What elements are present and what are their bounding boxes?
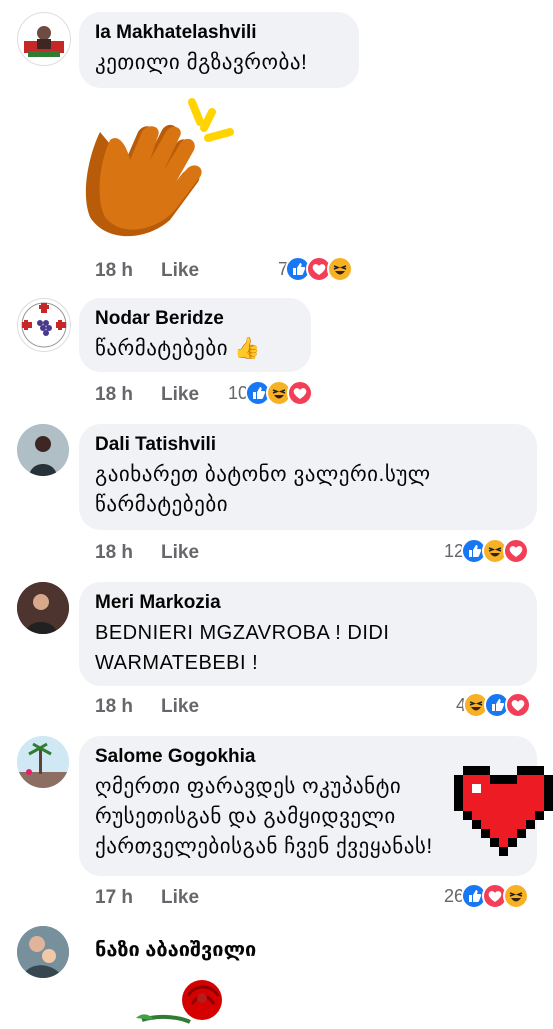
comment-bubble: Dali Tatishvili გაიხარეთ ბატონო ვალერი.ს… (79, 424, 537, 530)
author-name-container: ნაზი აბაიშვილი (95, 938, 256, 962)
haha-reaction-icon (327, 256, 354, 282)
like-button[interactable]: Like (161, 887, 199, 909)
avatar[interactable] (17, 12, 71, 66)
comment-bubble: Ia Makhatelashvili კეთილი მგზავრობა! (79, 12, 359, 88)
like-button[interactable]: Like (161, 542, 199, 564)
love-reaction-icon (287, 380, 314, 406)
comment-text: წარმატებები 👍 (95, 337, 262, 360)
author-name[interactable]: Dali Tatishvili (95, 433, 521, 457)
comment-text: ღმერთი ფარავდეს ოკუპანტი რუსეთისგან და გ… (95, 775, 433, 858)
comment-bubble: Nodar Beridze წარმატებები 👍 (79, 298, 311, 372)
timestamp[interactable]: 17 h (95, 887, 133, 909)
reaction-summary[interactable]: 4 (456, 692, 532, 718)
reaction-summary[interactable]: 12 (444, 538, 530, 564)
timestamp[interactable]: 18 h (95, 384, 133, 406)
rose-sticker (132, 978, 242, 1029)
avatar[interactable] (17, 926, 69, 978)
love-reaction-icon (503, 538, 530, 564)
reaction-summary[interactable]: 10 (228, 380, 314, 406)
reaction-summary[interactable]: 26 (444, 883, 530, 909)
avatar[interactable] (17, 736, 69, 788)
clap-sticker (80, 92, 240, 247)
author-name[interactable]: Ia Makhatelashvili (95, 21, 343, 45)
author-name[interactable]: Nodar Beridze (95, 307, 295, 331)
avatar[interactable] (17, 582, 69, 634)
avatar[interactable] (17, 424, 69, 476)
pixel-heart-sticker (454, 757, 553, 861)
timestamp[interactable]: 18 h (95, 260, 133, 282)
comment-text: გაიხარეთ ბატონო ვალერი.სულ წარმატებები (95, 463, 431, 516)
author-name[interactable]: ნაზი აბაიშვილი (95, 938, 256, 962)
comment-bubble: Meri Markozia BEDNIERI MGZAVROBA ! DIDI … (79, 582, 537, 686)
like-button[interactable]: Like (161, 696, 199, 718)
love-reaction-icon (505, 692, 532, 718)
haha-reaction-icon (503, 883, 530, 909)
like-button[interactable]: Like (161, 260, 199, 282)
timestamp[interactable]: 18 h (95, 542, 133, 564)
avatar[interactable] (17, 298, 71, 352)
comment-text: BEDNIERI MGZAVROBA ! DIDI WARMATEBEBI ! (95, 622, 390, 674)
like-button[interactable]: Like (161, 384, 199, 406)
timestamp[interactable]: 18 h (95, 696, 133, 718)
reaction-summary[interactable]: 7 (278, 256, 354, 282)
author-name[interactable]: Meri Markozia (95, 591, 521, 615)
comment-text: კეთილი მგზავრობა! (95, 51, 308, 74)
